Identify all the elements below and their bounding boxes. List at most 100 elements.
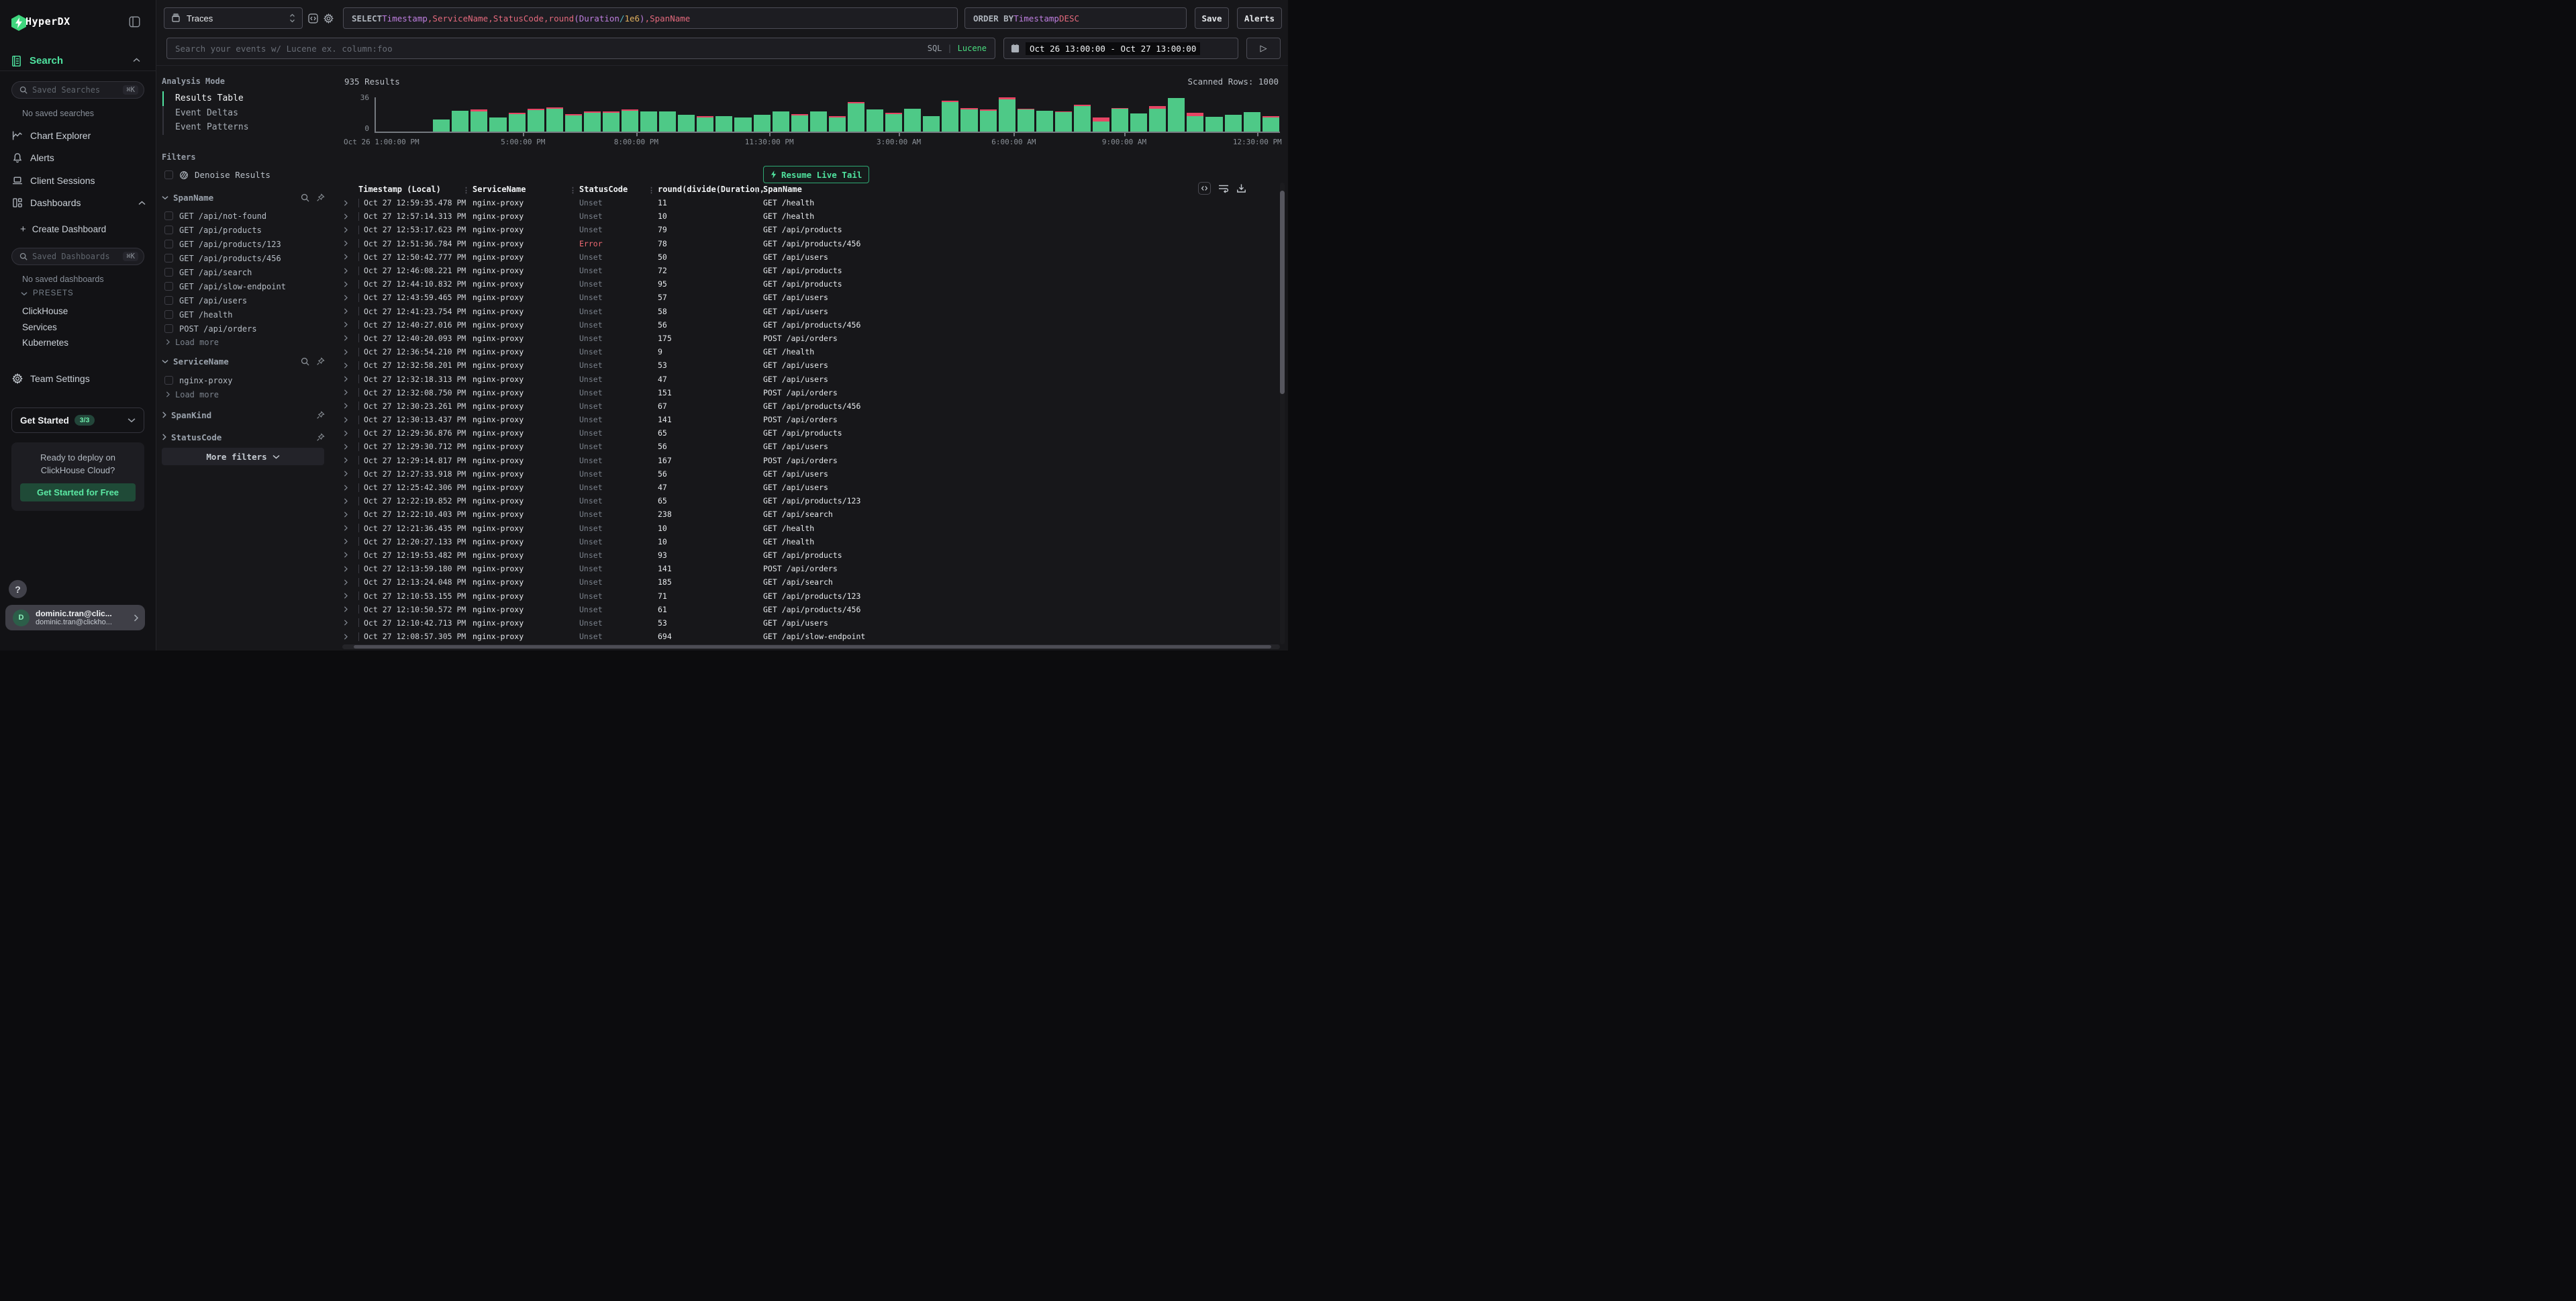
filter-checkbox-item[interactable]: GET /api/products/456 <box>164 251 328 265</box>
row-expand-icon[interactable] <box>342 403 358 409</box>
alerts-button[interactable]: Alerts <box>1237 7 1282 29</box>
row-expand-icon[interactable] <box>342 335 358 341</box>
sidebar-collapse-icon[interactable] <box>129 16 140 28</box>
horizontal-scrollbar-track[interactable] <box>342 644 1280 649</box>
gear-icon[interactable] <box>324 13 334 23</box>
saved-searches-input[interactable]: ⌘K <box>11 81 144 99</box>
row-expand-icon[interactable] <box>342 389 358 395</box>
row-expand-icon[interactable] <box>342 620 358 626</box>
denoise-results-checkbox[interactable]: Denoise Results <box>164 170 270 180</box>
table-row[interactable]: Oct 27 12:22:19.852 PM nginx-proxy Unset… <box>329 494 1288 508</box>
row-expand-icon[interactable] <box>342 254 358 260</box>
table-row[interactable]: Oct 27 12:25:42.306 PM nginx-proxy Unset… <box>329 481 1288 494</box>
sidebar-item-dashboards[interactable]: Dashboards <box>0 192 156 215</box>
code-editor-icon[interactable] <box>308 13 318 23</box>
table-row[interactable]: Oct 27 12:10:50.572 PM nginx-proxy Unset… <box>329 603 1288 616</box>
chart-plot[interactable] <box>375 97 1280 133</box>
spanname-load-more[interactable]: Load more <box>166 335 219 349</box>
row-expand-icon[interactable] <box>342 281 358 287</box>
saved-dashboards-input[interactable]: ⌘K <box>11 248 144 265</box>
sql-select-editor[interactable]: SELECT Timestamp,ServiceName,StatusCode,… <box>343 7 958 29</box>
row-expand-icon[interactable] <box>342 634 358 640</box>
checkbox[interactable] <box>164 268 173 277</box>
table-row[interactable]: Oct 27 12:50:42.777 PM nginx-proxy Unset… <box>329 250 1288 264</box>
row-expand-icon[interactable] <box>342 268 358 274</box>
row-expand-icon[interactable] <box>342 376 358 382</box>
checkbox[interactable] <box>164 376 173 385</box>
checkbox[interactable] <box>164 310 173 319</box>
sidebar-preset-item[interactable]: ClickHouse <box>0 303 156 320</box>
column-resize-handle[interactable]: ⋮ <box>569 186 577 194</box>
resume-live-tail-button[interactable]: Resume Live Tail <box>763 166 869 183</box>
table-row[interactable]: Oct 27 12:29:14.817 PM nginx-proxy Unset… <box>329 454 1288 467</box>
row-expand-icon[interactable] <box>342 200 358 206</box>
run-query-button[interactable]: ▷ <box>1246 38 1281 59</box>
filter-checkbox-item[interactable]: GET /health <box>164 307 328 322</box>
row-expand-icon[interactable] <box>342 566 358 572</box>
table-row[interactable]: Oct 27 12:36:54.210 PM nginx-proxy Unset… <box>329 345 1288 358</box>
filter-group-spanname[interactable]: SpanName <box>162 192 329 203</box>
row-expand-icon[interactable] <box>342 552 358 558</box>
table-row[interactable]: Oct 27 12:29:30.712 PM nginx-proxy Unset… <box>329 440 1288 453</box>
filter-checkbox-item[interactable]: POST /api/orders <box>164 322 328 336</box>
pin-icon[interactable] <box>316 433 325 442</box>
column-resize-handle[interactable]: ⋮ <box>648 186 655 194</box>
saved-searches-field[interactable] <box>32 85 118 95</box>
sidebar-preset-item[interactable]: Kubernetes <box>0 335 156 351</box>
table-row[interactable]: Oct 27 12:43:59.465 PM nginx-proxy Unset… <box>329 291 1288 304</box>
row-expand-icon[interactable] <box>342 498 358 504</box>
row-expand-icon[interactable] <box>342 227 358 233</box>
saved-dashboards-field[interactable] <box>32 252 118 261</box>
servicename-load-more[interactable]: Load more <box>166 387 219 401</box>
table-row[interactable]: Oct 27 12:41:23.754 PM nginx-proxy Unset… <box>329 305 1288 318</box>
event-search-input[interactable] <box>175 44 921 54</box>
row-expand-icon[interactable] <box>342 457 358 463</box>
checkbox[interactable] <box>164 296 173 305</box>
table-row[interactable]: Oct 27 12:51:36.784 PM nginx-proxy Error… <box>329 237 1288 250</box>
row-expand-icon[interactable] <box>342 485 358 491</box>
row-expand-icon[interactable] <box>342 471 358 477</box>
source-select[interactable]: Traces <box>164 7 303 29</box>
get-started-toggle[interactable]: Get Started 3/3 <box>11 407 144 433</box>
row-expand-icon[interactable] <box>342 444 358 450</box>
table-row[interactable]: Oct 27 12:10:42.713 PM nginx-proxy Unset… <box>329 616 1288 630</box>
table-row[interactable]: Oct 27 12:13:24.048 PM nginx-proxy Unset… <box>329 575 1288 589</box>
row-expand-icon[interactable] <box>342 579 358 585</box>
table-row[interactable]: Oct 27 12:32:08.750 PM nginx-proxy Unset… <box>329 386 1288 399</box>
filter-checkbox-item[interactable]: GET /api/search <box>164 265 328 279</box>
create-dashboard-button[interactable]: + Create Dashboard <box>0 222 156 237</box>
results-histogram[interactable]: 36 0 Oct 26 1:00:00 PM5:00:00 PM8:00:00 … <box>342 95 1281 147</box>
checkbox[interactable] <box>164 226 173 234</box>
row-expand-icon[interactable] <box>342 430 358 436</box>
column-header-duration[interactable]: round(divide(Duration,⋮ <box>658 185 763 194</box>
date-range-picker[interactable]: Oct 26 13:00:00 - Oct 27 13:00:00 <box>1003 38 1238 59</box>
table-row[interactable]: Oct 27 12:40:27.016 PM nginx-proxy Unset… <box>329 318 1288 332</box>
sidebar-preset-item[interactable]: Services <box>0 320 156 336</box>
filter-checkbox-item[interactable]: GET /api/products <box>164 223 328 237</box>
table-row[interactable]: Oct 27 12:08:57.305 PM nginx-proxy Unset… <box>329 630 1288 643</box>
table-row[interactable]: Oct 27 12:13:59.180 PM nginx-proxy Unset… <box>329 562 1288 575</box>
pin-icon[interactable] <box>316 411 325 420</box>
analysis-mode-option[interactable]: Results Table <box>162 91 310 106</box>
save-button[interactable]: Save <box>1195 7 1229 29</box>
table-row[interactable]: Oct 27 12:32:58.201 PM nginx-proxy Unset… <box>329 358 1288 372</box>
column-header-statuscode[interactable]: StatusCode⋮ <box>579 185 658 194</box>
row-expand-icon[interactable] <box>342 512 358 518</box>
mode-sql[interactable]: SQL <box>928 44 942 53</box>
table-row[interactable]: Oct 27 12:32:18.313 PM nginx-proxy Unset… <box>329 372 1288 385</box>
checkbox[interactable] <box>164 211 173 220</box>
column-resize-handle[interactable]: ⋮ <box>753 186 760 194</box>
column-header-spanname[interactable]: SpanName <box>763 185 1279 194</box>
mode-lucene[interactable]: Lucene <box>958 44 987 53</box>
checkbox[interactable] <box>164 171 173 179</box>
filter-group-servicename[interactable]: ServiceName <box>162 356 329 367</box>
table-row[interactable]: Oct 27 12:22:10.403 PM nginx-proxy Unset… <box>329 508 1288 521</box>
table-row[interactable]: Oct 27 12:29:36.876 PM nginx-proxy Unset… <box>329 426 1288 440</box>
row-expand-icon[interactable] <box>342 606 358 612</box>
sidebar-item-search[interactable]: Search <box>0 54 156 70</box>
column-resize-handle[interactable]: ⋮ <box>462 186 470 194</box>
table-row[interactable]: Oct 27 12:40:20.093 PM nginx-proxy Unset… <box>329 332 1288 345</box>
row-expand-icon[interactable] <box>342 240 358 246</box>
horizontal-scrollbar-thumb[interactable] <box>354 645 1271 648</box>
filter-checkbox-item[interactable]: GET /api/not-found <box>164 209 328 223</box>
